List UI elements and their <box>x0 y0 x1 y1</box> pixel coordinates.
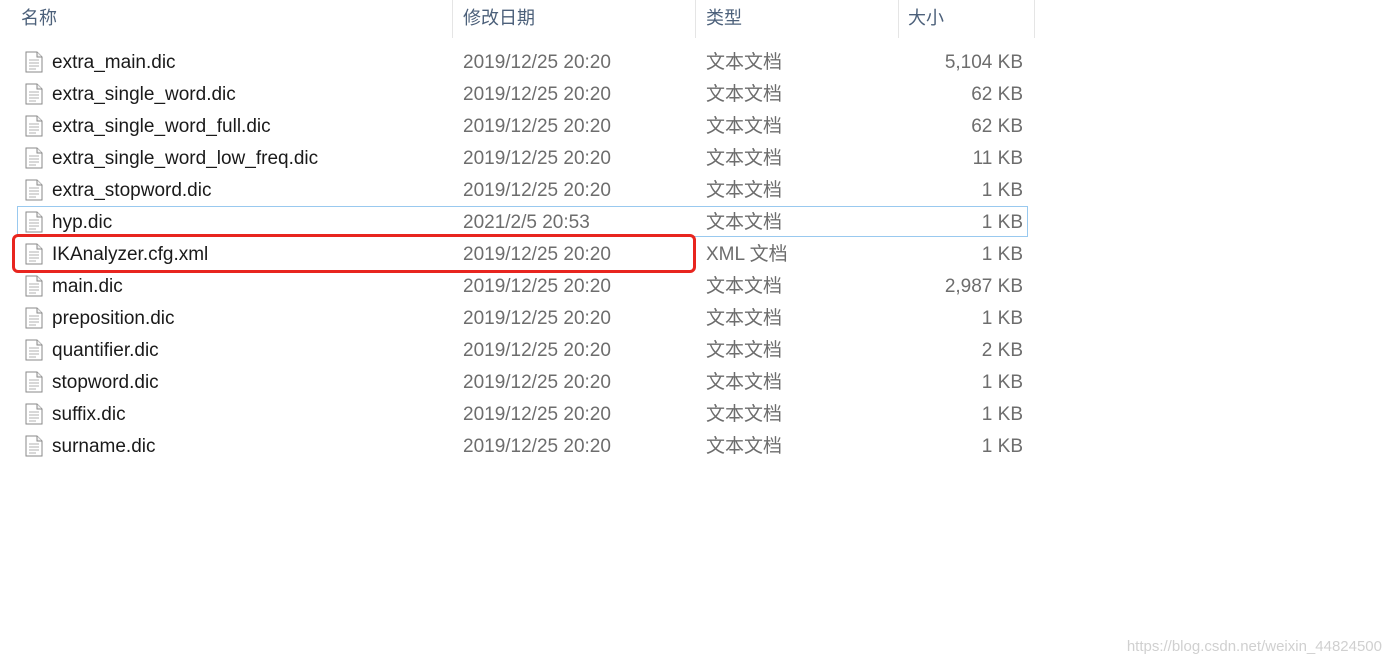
file-size: 1 KB <box>981 212 1023 233</box>
text-file-icon <box>25 211 43 233</box>
file-row[interactable]: IKAnalyzer.cfg.xml 2019/12/25 20:20 XML 文档… <box>17 238 1028 269</box>
file-date: 2019/12/25 20:20 <box>463 116 611 137</box>
file-type: 文本文档 <box>706 372 783 393</box>
file-name: stopword.dic <box>52 372 159 393</box>
file-name: preposition.dic <box>52 308 175 329</box>
file-size: 11 KB <box>972 148 1023 169</box>
file-row[interactable]: hyp.dic 2021/2/5 20:53 文本文档 1 KB <box>17 206 1028 237</box>
file-date: 2019/12/25 20:20 <box>463 52 611 73</box>
file-name: extra_single_word_full.dic <box>52 116 271 137</box>
text-file-icon <box>25 115 43 137</box>
file-row[interactable]: extra_single_word_full.dic 2019/12/25 20:… <box>17 110 1028 141</box>
file-row[interactable]: main.dic 2019/12/25 20:20 文本文档 2,987 KB <box>17 270 1028 301</box>
sort-ascending-icon: ^ <box>224 0 231 4</box>
file-type: 文本文档 <box>706 436 783 457</box>
file-name: surname.dic <box>52 436 156 457</box>
file-type: 文本文档 <box>706 404 783 425</box>
file-size: 62 KB <box>971 84 1023 105</box>
file-date: 2019/12/25 20:20 <box>463 276 611 297</box>
file-row[interactable]: quantifier.dic 2019/12/25 20:20 文本文档 2 KB <box>17 334 1028 365</box>
file-type: 文本文档 <box>706 84 783 105</box>
file-size: 1 KB <box>981 308 1023 329</box>
header-name[interactable]: 名称 <box>0 0 453 38</box>
file-name: quantifier.dic <box>52 340 159 361</box>
file-row[interactable]: stopword.dic 2019/12/25 20:20 文本文档 1 KB <box>17 366 1028 397</box>
file-date: 2019/12/25 20:20 <box>463 148 611 169</box>
header-type-label: 类型 <box>706 8 742 28</box>
file-name: main.dic <box>52 276 123 297</box>
text-file-icon <box>25 435 43 457</box>
file-date: 2019/12/25 20:20 <box>463 308 611 329</box>
text-file-icon <box>25 243 43 265</box>
file-type: XML 文档 <box>706 244 788 265</box>
file-type: 文本文档 <box>706 212 783 233</box>
file-size: 62 KB <box>971 116 1023 137</box>
file-date: 2019/12/25 20:20 <box>463 436 611 457</box>
text-file-icon <box>25 371 43 393</box>
file-name: extra_single_word.dic <box>52 84 236 105</box>
file-size: 5,104 KB <box>944 52 1023 73</box>
file-type: 文本文档 <box>706 52 783 73</box>
text-file-icon <box>25 179 43 201</box>
file-type: 文本文档 <box>706 116 783 137</box>
header-size-label: 大小 <box>908 8 944 28</box>
file-name: suffix.dic <box>52 404 126 425</box>
header-type[interactable]: 类型 <box>696 0 899 38</box>
file-size: 2,987 KB <box>944 276 1023 297</box>
file-row[interactable]: preposition.dic 2019/12/25 20:20 文本文档 1 KB <box>17 302 1028 333</box>
file-row[interactable]: extra_single_word_low_freq.dic 2019/12/25… <box>17 142 1028 173</box>
text-file-icon <box>25 51 43 73</box>
file-date: 2019/12/25 20:20 <box>463 372 611 393</box>
file-type: 文本文档 <box>706 340 783 361</box>
file-size: 1 KB <box>981 244 1023 265</box>
header-date-label: 修改日期 <box>463 8 535 28</box>
header-size[interactable]: 大小 <box>899 0 1035 38</box>
file-row[interactable]: extra_single_word.dic 2019/12/25 20:20 文本文… <box>17 78 1028 109</box>
header-name-label: 名称 <box>21 8 57 28</box>
file-date: 2021/2/5 20:53 <box>463 212 590 233</box>
column-header: 名称 ^ 修改日期 类型 大小 <box>0 0 1035 38</box>
file-type: 文本文档 <box>706 148 783 169</box>
header-date[interactable]: 修改日期 <box>453 0 696 38</box>
text-file-icon <box>25 275 43 297</box>
file-size: 1 KB <box>981 180 1023 201</box>
text-file-icon <box>25 339 43 361</box>
file-size: 1 KB <box>981 436 1023 457</box>
watermark: https://blog.csdn.net/weixin_44824500 <box>1126 638 1382 655</box>
file-date: 2019/12/25 20:20 <box>463 84 611 105</box>
file-row[interactable]: suffix.dic 2019/12/25 20:20 文本文档 1 KB <box>17 398 1028 429</box>
file-name: IKAnalyzer.cfg.xml <box>52 244 209 265</box>
file-size: 2 KB <box>981 340 1023 361</box>
text-file-icon <box>25 147 43 169</box>
file-date: 2019/12/25 20:20 <box>463 244 611 265</box>
file-name: hyp.dic <box>52 212 113 233</box>
text-file-icon <box>25 403 43 425</box>
file-row[interactable]: extra_main.dic 2019/12/25 20:20 文本文档 5,104 … <box>17 46 1028 77</box>
file-row[interactable]: surname.dic 2019/12/25 20:20 文本文档 1 KB <box>17 430 1028 461</box>
text-file-icon <box>25 83 43 105</box>
file-date: 2019/12/25 20:20 <box>463 180 611 201</box>
file-type: 文本文档 <box>706 276 783 297</box>
file-name: extra_stopword.dic <box>52 180 212 201</box>
file-size: 1 KB <box>981 404 1023 425</box>
file-row[interactable]: extra_stopword.dic 2019/12/25 20:20 文本文档 1 … <box>17 174 1028 205</box>
text-file-icon <box>25 307 43 329</box>
file-type: 文本文档 <box>706 180 783 201</box>
file-name: extra_single_word_low_freq.dic <box>52 148 319 169</box>
file-type: 文本文档 <box>706 308 783 329</box>
file-size: 1 KB <box>981 372 1023 393</box>
file-date: 2019/12/25 20:20 <box>463 404 611 425</box>
file-name: extra_main.dic <box>52 52 176 73</box>
file-date: 2019/12/25 20:20 <box>463 340 611 361</box>
